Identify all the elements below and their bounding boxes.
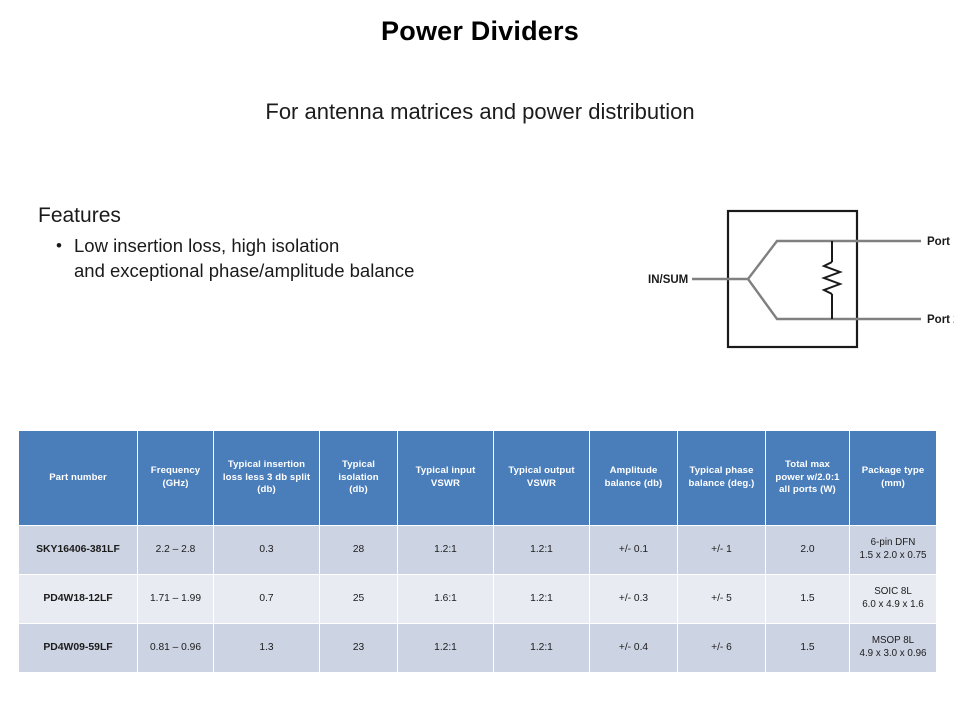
cell-phase-balance: +/- 1	[677, 525, 766, 575]
table-row: PD4W09-59LF 0.81 – 0.96 1.3 23 1.2:1 1.2…	[18, 623, 937, 673]
cell-insertion-loss: 0.7	[213, 574, 320, 624]
cell-output-vswr: 1.2:1	[493, 525, 590, 575]
cell-insertion-loss: 1.3	[213, 623, 320, 673]
port2-label: Port 2	[927, 314, 954, 326]
page-title: Power Dividers	[381, 16, 579, 46]
column-header-insertion-loss: Typical insertion loss less 3 db split (…	[213, 430, 320, 526]
cell-part-number: PD4W09-59LF	[18, 623, 138, 673]
power-divider-schematic: IN/SUM Port 1 Port 2	[636, 196, 960, 366]
cell-isolation: 25	[319, 574, 398, 624]
column-header-frequency: Frequency (GHz)	[137, 430, 214, 526]
input-label: IN/SUM	[648, 274, 688, 286]
column-header-phase-balance: Typical phase balance (deg.)	[677, 430, 766, 526]
column-header-isolation: Typical isolation (db)	[319, 430, 398, 526]
features-section: Features • Low insertion loss, high isol…	[38, 204, 598, 283]
cell-phase-balance: +/- 6	[677, 623, 766, 673]
specifications-table: Part number Frequency (GHz) Typical inse…	[18, 430, 937, 673]
feature-text: Low insertion loss, high isolation and e…	[74, 235, 415, 282]
cell-part-number: PD4W18-12LF	[18, 574, 138, 624]
cell-total-max-power: 1.5	[765, 574, 850, 624]
features-heading: Features	[38, 204, 121, 227]
cell-package-type: SOIC 8L 6.0 x 4.9 x 1.6	[849, 574, 937, 624]
port1-label: Port 1	[927, 236, 954, 248]
page-subtitle: For antenna matrices and power distribut…	[265, 99, 695, 124]
table-row: PD4W18-12LF 1.71 – 1.99 0.7 25 1.6:1 1.2…	[18, 574, 937, 624]
cell-amplitude-balance: +/- 0.3	[589, 574, 678, 624]
cell-frequency: 0.81 – 0.96	[137, 623, 214, 673]
cell-total-max-power: 2.0	[765, 525, 850, 575]
column-header-total-max-power: Total max power w/2.0:1 all ports (W)	[765, 430, 850, 526]
resistor-icon	[821, 261, 843, 295]
lower-branch-icon	[747, 278, 798, 321]
table-header-row: Part number Frequency (GHz) Typical inse…	[18, 430, 937, 526]
list-item: • Low insertion loss, high isolation and…	[56, 233, 598, 283]
cell-total-max-power: 1.5	[765, 623, 850, 673]
cell-input-vswr: 1.6:1	[397, 574, 494, 624]
cell-isolation: 23	[319, 623, 398, 673]
column-header-input-vswr: Typical input VSWR	[397, 430, 494, 526]
cell-input-vswr: 1.2:1	[397, 525, 494, 575]
cell-package-type: 6-pin DFN 1.5 x 2.0 x 0.75	[849, 525, 937, 575]
cell-frequency: 2.2 – 2.8	[137, 525, 214, 575]
cell-frequency: 1.71 – 1.99	[137, 574, 214, 624]
cell-amplitude-balance: +/- 0.1	[589, 525, 678, 575]
column-header-part-number: Part number	[18, 430, 138, 526]
cell-input-vswr: 1.2:1	[397, 623, 494, 673]
column-header-package-type: Package type (mm)	[849, 430, 937, 526]
bullet-icon: •	[56, 236, 62, 256]
cell-insertion-loss: 0.3	[213, 525, 320, 575]
table-row: SKY16406-381LF 2.2 – 2.8 0.3 28 1.2:1 1.…	[18, 525, 937, 575]
cell-phase-balance: +/- 5	[677, 574, 766, 624]
upper-branch-icon	[747, 239, 798, 280]
cell-package-type: MSOP 8L 4.9 x 3.0 x 0.96	[849, 623, 937, 673]
cell-amplitude-balance: +/- 0.4	[589, 623, 678, 673]
cell-output-vswr: 1.2:1	[493, 623, 590, 673]
cell-part-number: SKY16406-381LF	[18, 525, 138, 575]
cell-output-vswr: 1.2:1	[493, 574, 590, 624]
cell-isolation: 28	[319, 525, 398, 575]
column-header-output-vswr: Typical output VSWR	[493, 430, 590, 526]
column-header-amplitude-balance: Amplitude balance (db)	[589, 430, 678, 526]
